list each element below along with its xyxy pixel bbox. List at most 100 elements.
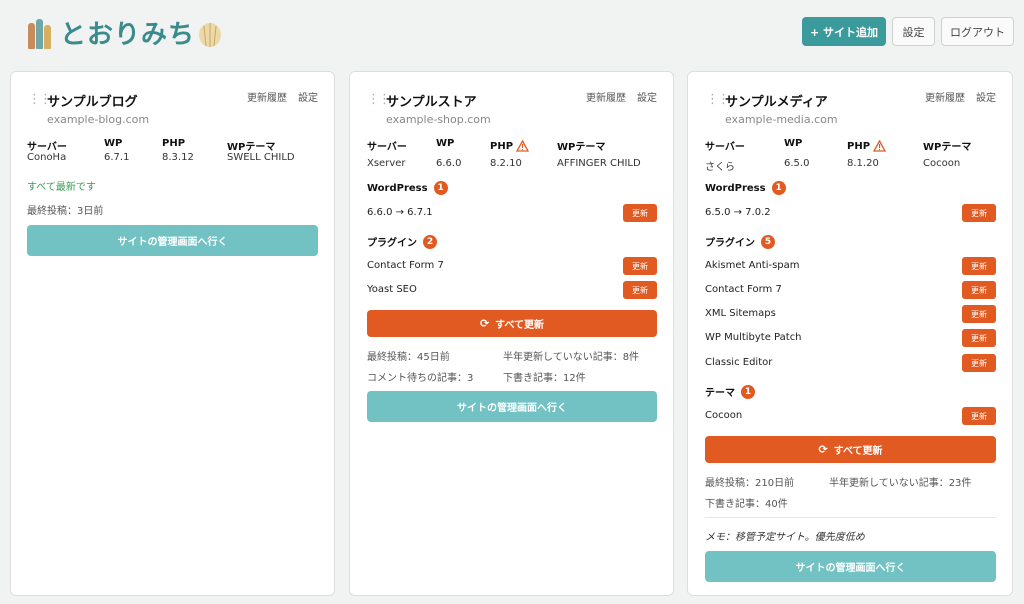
update-button[interactable]: 更新 [962, 354, 996, 372]
site-card: ⋮⋮ サンプルブログ 更新履歴 設定 example-blog.com サーバー… [10, 71, 335, 596]
stale-posts: 半年更新していない記事：8件 [503, 352, 640, 363]
plugins-section-label: プラグイン [367, 238, 417, 249]
logo-text: とおりみち [60, 20, 196, 50]
wordpress-section: WordPress 1 [367, 181, 448, 195]
theme-label: WPテーマ [923, 142, 972, 153]
warning-icon [516, 140, 530, 152]
update-all-label: すべて更新 [495, 320, 545, 331]
site-domain: example-media.com [725, 113, 838, 126]
warning-icon [873, 140, 887, 152]
wp-value: 6.6.0 [436, 158, 462, 169]
count-badge: 1 [433, 181, 448, 195]
site-card: ⋮⋮ サンプルストア 更新履歴 設定 example-shop.com サーバー… [349, 71, 674, 596]
server-value: さくら [705, 162, 735, 173]
site-name: サンプルストア [386, 95, 477, 110]
site-name: サンプルブログ [47, 95, 138, 110]
plugin-item: Akismet Anti-spam [705, 260, 800, 271]
history-link[interactable]: 更新履歴 [247, 89, 287, 104]
admin-button[interactable]: サイトの管理画面へ行く [705, 551, 996, 582]
server-label: サーバー [367, 142, 407, 153]
plugin-item: Yoast SEO [367, 284, 417, 295]
update-button[interactable]: 更新 [623, 257, 657, 275]
people-icon [28, 17, 58, 49]
plugin-item: Contact Form 7 [367, 260, 444, 271]
php-label-text: PHP [847, 141, 871, 152]
status-text: すべて最新です [27, 182, 96, 193]
memo-text: メモ：移管予定サイト。優先度低め [705, 532, 865, 543]
wp-label: WP [784, 138, 803, 149]
theme-value: AFFINGER CHILD [557, 158, 641, 169]
site-settings-link[interactable]: 設定 [298, 89, 318, 104]
php-label: PHP [490, 140, 530, 152]
shell-icon [199, 22, 222, 47]
last-post: 最終投稿：210日前 [705, 478, 795, 489]
site-domain: example-blog.com [47, 113, 150, 126]
last-post: 最終投稿：3日前 [27, 206, 104, 217]
admin-button[interactable]: サイトの管理画面へ行く [27, 225, 318, 256]
site-domain: example-shop.com [386, 113, 491, 126]
logout-button[interactable]: ログアウト [941, 17, 1014, 46]
app-logo: とおりみち [28, 14, 223, 51]
update-button[interactable]: 更新 [623, 204, 657, 222]
plugin-item: WP Multibyte Patch [705, 332, 802, 343]
wordpress-section-label: WordPress [367, 182, 428, 194]
plugins-section: プラグイン 2 [367, 234, 437, 249]
themes-section-label: テーマ [705, 388, 735, 399]
plugin-item: Classic Editor [705, 357, 773, 368]
server-value: ConoHa [27, 152, 67, 163]
history-link[interactable]: 更新履歴 [586, 89, 626, 104]
header-settings-button[interactable]: 設定 [892, 17, 935, 46]
site-settings-link[interactable]: 設定 [637, 89, 657, 104]
wp-label: WP [104, 138, 123, 149]
themes-section: テーマ 1 [705, 384, 755, 399]
site-settings-link[interactable]: 設定 [976, 89, 996, 104]
history-link[interactable]: 更新履歴 [925, 89, 965, 104]
divider [705, 517, 996, 518]
count-badge: 1 [771, 181, 786, 195]
update-all-button[interactable]: ⟳ すべて更新 [367, 310, 657, 337]
wordpress-section: WordPress 1 [705, 181, 786, 195]
wp-value: 6.5.0 [784, 158, 810, 169]
wordpress-section-label: WordPress [705, 182, 766, 194]
refresh-icon: ⟳ [479, 317, 490, 330]
site-card: ⋮⋮ サンプルメディア 更新履歴 設定 example-media.com サー… [687, 71, 1013, 596]
update-all-button[interactable]: ⟳ すべて更新 [705, 436, 996, 463]
stale-posts: 半年更新していない記事：23件 [829, 478, 972, 489]
server-value: Xserver [367, 158, 406, 169]
wp-update-text: 6.5.0 → 7.0.2 [705, 207, 771, 218]
update-all-label: すべて更新 [833, 446, 883, 457]
refresh-icon: ⟳ [818, 443, 828, 456]
plugins-section-label: プラグイン [705, 238, 755, 249]
wp-label: WP [436, 138, 455, 149]
theme-value: SWELL CHILD [227, 152, 295, 163]
theme-update-item: Cocoon [705, 410, 743, 421]
theme-label: WPテーマ [557, 142, 606, 153]
php-label: PHP [162, 138, 186, 149]
update-button[interactable]: 更新 [962, 281, 996, 299]
add-site-button[interactable]: + サイト追加 [802, 17, 886, 46]
php-value: 8.3.12 [162, 152, 194, 163]
wp-update-text: 6.6.0 → 6.7.1 [367, 207, 433, 218]
drafts: 下書き記事：40件 [705, 499, 788, 510]
admin-button[interactable]: サイトの管理画面へ行く [367, 391, 657, 422]
php-label-text: PHP [490, 141, 514, 152]
update-button[interactable]: 更新 [962, 329, 996, 347]
php-label: PHP [847, 140, 887, 152]
wp-value: 6.7.1 [104, 152, 130, 163]
count-badge: 1 [741, 384, 755, 399]
update-button[interactable]: 更新 [962, 407, 996, 425]
update-button[interactable]: 更新 [962, 305, 996, 323]
update-button[interactable]: 更新 [623, 281, 657, 299]
count-badge: 5 [761, 234, 775, 249]
update-button[interactable]: 更新 [962, 257, 996, 275]
count-badge: 2 [423, 234, 437, 249]
server-label: サーバー [27, 142, 67, 153]
app-header: とおりみち + サイト追加 設定 ログアウト [0, 0, 1024, 64]
plugins-section: プラグイン 5 [705, 234, 775, 249]
php-value: 8.2.10 [490, 158, 522, 169]
drafts: 下書き記事：12件 [503, 373, 586, 384]
update-button[interactable]: 更新 [962, 204, 996, 222]
theme-label: WPテーマ [227, 142, 276, 153]
server-label: サーバー [705, 142, 745, 153]
theme-value: Cocoon [923, 158, 961, 169]
